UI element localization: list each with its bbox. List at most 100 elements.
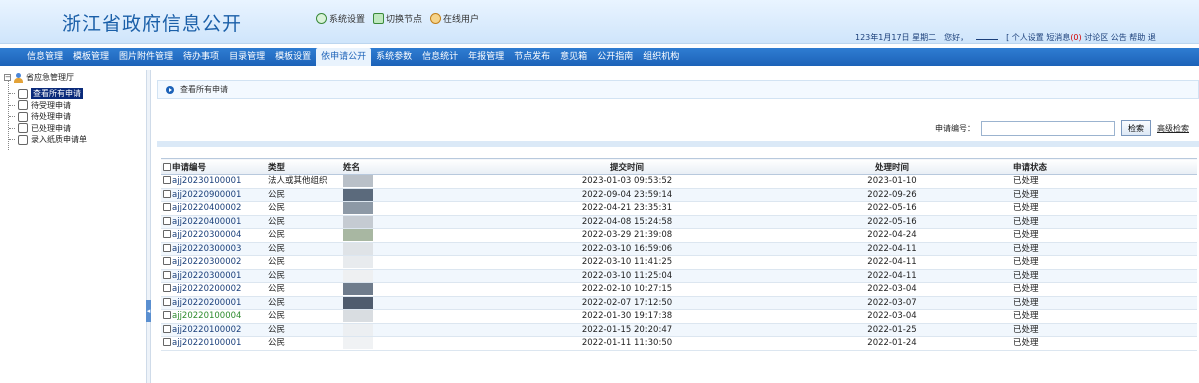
- search-button[interactable]: 检索: [1121, 120, 1151, 136]
- cell-status: 已处理: [1011, 336, 1197, 351]
- row-checkbox[interactable]: [163, 284, 171, 293]
- current-date: 123年1月17日 星期二: [855, 33, 937, 42]
- row-checkbox[interactable]: [163, 297, 171, 306]
- application-id-link[interactable]: ajj20220400001: [172, 217, 241, 227]
- row-checkbox[interactable]: [163, 270, 171, 279]
- nav-item[interactable]: 依申请公开: [316, 48, 372, 66]
- col-header-status: 申请状态: [1011, 158, 1197, 175]
- nav-item[interactable]: 模板设置: [270, 48, 316, 66]
- redacted-name: [343, 323, 373, 336]
- announcement-link[interactable]: 公告: [1111, 33, 1127, 42]
- cell-processed: 2022-01-24: [771, 336, 1011, 351]
- row-checkbox[interactable]: [163, 243, 171, 252]
- table-row[interactable]: ajj20220300004 公民 2022-03-29 21:39:08 2022-…: [161, 228, 1197, 243]
- department-icon: [14, 72, 23, 83]
- application-id-link[interactable]: ajj20220300003: [172, 244, 241, 254]
- application-id-link[interactable]: ajj20220100001: [172, 338, 241, 348]
- tree-root[interactable]: − 省应急管理厅: [4, 72, 74, 83]
- application-id-link[interactable]: ajj20220100002: [172, 325, 241, 335]
- nav-item[interactable]: 公开指南: [592, 48, 638, 66]
- sidebar-item[interactable]: 待处理申请: [9, 111, 71, 122]
- sidebar-item[interactable]: 已处理申请: [9, 123, 71, 134]
- switch-node-link[interactable]: 切换节点: [373, 12, 422, 25]
- collapse-sidebar-icon[interactable]: ◂: [146, 300, 151, 322]
- cell-id: ajj20220100002: [161, 323, 266, 337]
- nav-item[interactable]: 信息管理: [22, 48, 68, 66]
- cell-id: ajj20220300001: [161, 269, 266, 283]
- table-row[interactable]: ajj20220400002 公民 2022-04-21 23:35:31 2022-…: [161, 201, 1197, 216]
- application-id-link[interactable]: ajj20220200002: [172, 284, 241, 294]
- online-users-link[interactable]: 在线用户: [430, 12, 479, 25]
- table-row[interactable]: ajj20220300003 公民 2022-03-10 16:59:06 2022-…: [161, 242, 1197, 256]
- cell-type: 公民: [266, 269, 341, 283]
- select-all-checkbox[interactable]: [163, 162, 171, 171]
- row-checkbox[interactable]: [163, 257, 171, 266]
- table-row[interactable]: ajj20220100004 公民 2022-01-30 19:17:38 2022-…: [161, 309, 1197, 324]
- application-id-link[interactable]: ajj20220300004: [172, 230, 241, 240]
- table-row[interactable]: ajj20220200001 公民 2022-02-07 17:12:50 2022-…: [161, 296, 1197, 310]
- table-row[interactable]: ajj20230100001 法人或其他组织 2023-01-03 09:53:52…: [161, 174, 1197, 189]
- row-checkbox[interactable]: [163, 176, 171, 185]
- logout-link[interactable]: 退: [1148, 33, 1156, 42]
- nav-item[interactable]: 年报管理: [463, 48, 509, 66]
- application-id-link[interactable]: ajj20220300002: [172, 257, 241, 267]
- application-id-link[interactable]: ajj20220100004: [172, 311, 241, 321]
- nav-item[interactable]: 信息统计: [417, 48, 463, 66]
- system-settings-link[interactable]: 系统设置: [316, 12, 365, 25]
- forum-link[interactable]: 讨论区: [1084, 33, 1108, 42]
- application-id-link[interactable]: ajj20220200001: [172, 298, 241, 308]
- table-row[interactable]: ajj20220100002 公民 2022-01-15 20:20:47 2022-…: [161, 323, 1197, 337]
- application-id-link[interactable]: ajj20220300001: [172, 271, 241, 281]
- redacted-name: [343, 175, 373, 187]
- table-row[interactable]: ajj20220300002 公民 2022-03-10 11:41:25 2022-…: [161, 255, 1197, 270]
- cell-name: [341, 282, 481, 297]
- cell-submitted: 2022-01-30 19:17:38: [481, 309, 771, 324]
- cell-name: [341, 255, 481, 270]
- cell-type: 公民: [266, 282, 341, 297]
- help-link[interactable]: 帮助: [1129, 33, 1145, 42]
- nav-item[interactable]: 意见箱: [555, 48, 592, 66]
- cell-id: ajj20220400002: [161, 201, 266, 216]
- panel-splitter[interactable]: [146, 70, 151, 383]
- table-row[interactable]: ajj20220200002 公民 2022-02-10 10:27:15 2022-…: [161, 282, 1197, 297]
- row-checkbox[interactable]: [163, 216, 171, 225]
- application-id-input[interactable]: [981, 120, 1115, 136]
- panel-title: 查看所有申请: [180, 85, 228, 94]
- cell-type: 公民: [266, 242, 341, 256]
- tree-connector: [9, 93, 15, 94]
- cell-status: 已处理: [1011, 282, 1197, 297]
- row-checkbox[interactable]: [163, 338, 171, 347]
- cell-processed: 2022-04-24: [771, 228, 1011, 243]
- personal-settings-link[interactable]: [ 个人设置: [1006, 33, 1044, 42]
- nav-item[interactable]: 待办事项: [178, 48, 224, 66]
- row-checkbox[interactable]: [163, 189, 171, 198]
- table-row[interactable]: ajj20220100001 公民 2022-01-11 11:30:50 2022-…: [161, 336, 1197, 351]
- nav-item[interactable]: 图片附件管理: [114, 48, 178, 66]
- sidebar-item[interactable]: 查看所有申请: [9, 88, 83, 99]
- nav-item[interactable]: 节点发布: [509, 48, 555, 66]
- application-id-link[interactable]: ajj20220400002: [172, 203, 241, 213]
- table-row[interactable]: ajj20220900001 公民 2022-09-04 23:59:14 2022-…: [161, 188, 1197, 202]
- sidebar-item-label: 已处理申请: [31, 123, 71, 133]
- cell-type: 公民: [266, 255, 341, 270]
- cell-type: 公民: [266, 296, 341, 310]
- nav-item[interactable]: 目录管理: [224, 48, 270, 66]
- application-id-link[interactable]: ajj20220900001: [172, 190, 241, 200]
- row-checkbox[interactable]: [163, 203, 171, 212]
- tree-connector: [9, 116, 15, 117]
- row-checkbox[interactable]: [163, 230, 171, 239]
- application-id-link[interactable]: ajj20230100001: [172, 176, 241, 186]
- sidebar-item[interactable]: 录入纸质申请单: [9, 134, 87, 145]
- nav-item[interactable]: 系统参数: [371, 48, 417, 66]
- table-row[interactable]: ajj20220300001 公民 2022-03-10 11:25:04 2022-…: [161, 269, 1197, 283]
- row-checkbox[interactable]: [163, 311, 171, 320]
- messages-link[interactable]: 短消息: [1046, 33, 1070, 42]
- nav-item[interactable]: 模板管理: [68, 48, 114, 66]
- table-row[interactable]: ajj20220400001 公民 2022-04-08 15:24:58 2022-…: [161, 215, 1197, 229]
- advanced-search-link[interactable]: 高级检索: [1157, 123, 1189, 134]
- row-checkbox[interactable]: [163, 324, 171, 333]
- cell-name: [341, 174, 481, 189]
- cell-name: [341, 296, 481, 310]
- sidebar-item[interactable]: 待受理申请: [9, 100, 71, 111]
- nav-item[interactable]: 组织机构: [638, 48, 684, 66]
